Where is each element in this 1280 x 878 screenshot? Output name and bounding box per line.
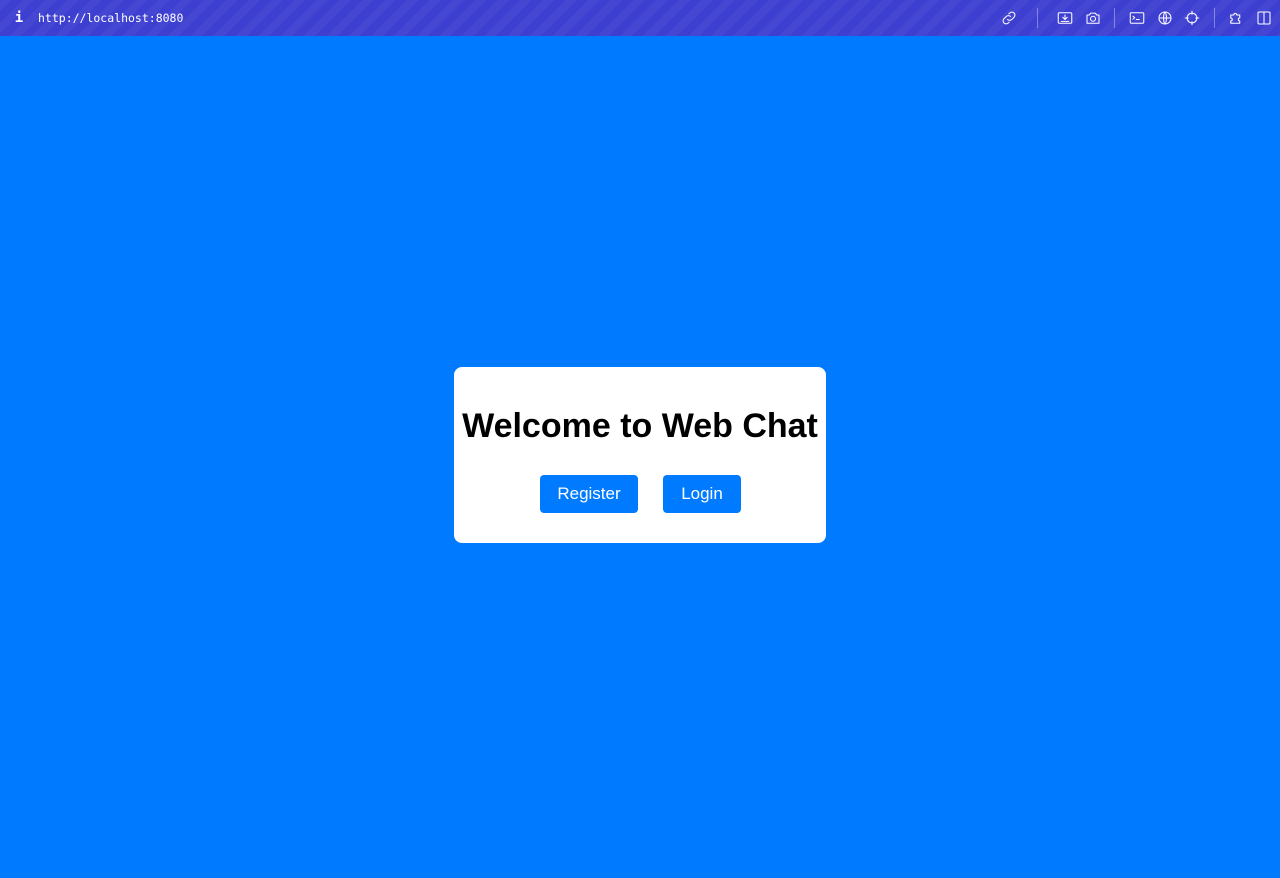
- toolbar-divider: [1114, 8, 1115, 28]
- globe-icon[interactable]: [1154, 7, 1176, 29]
- browser-toolbar: i http://localhost:8080: [0, 0, 1280, 36]
- register-button[interactable]: Register: [540, 475, 638, 513]
- page-background: Welcome to Web Chat Register Login: [0, 36, 1280, 878]
- link-icon[interactable]: [998, 7, 1020, 29]
- save-page-icon[interactable]: [1054, 7, 1076, 29]
- page-title: Welcome to Web Chat: [462, 407, 818, 445]
- crosshair-icon[interactable]: [1181, 7, 1203, 29]
- welcome-card: Welcome to Web Chat Register Login: [454, 367, 826, 543]
- toolbar-divider: [1214, 8, 1215, 28]
- terminal-icon[interactable]: [1126, 7, 1148, 29]
- puzzle-icon[interactable]: [1225, 7, 1247, 29]
- toolbar-divider: [1037, 8, 1038, 28]
- login-button[interactable]: Login: [663, 475, 741, 513]
- info-icon[interactable]: i: [12, 9, 26, 27]
- sidebar-icon[interactable]: [1253, 7, 1275, 29]
- camera-icon[interactable]: [1082, 7, 1104, 29]
- url-bar[interactable]: http://localhost:8080: [38, 10, 183, 26]
